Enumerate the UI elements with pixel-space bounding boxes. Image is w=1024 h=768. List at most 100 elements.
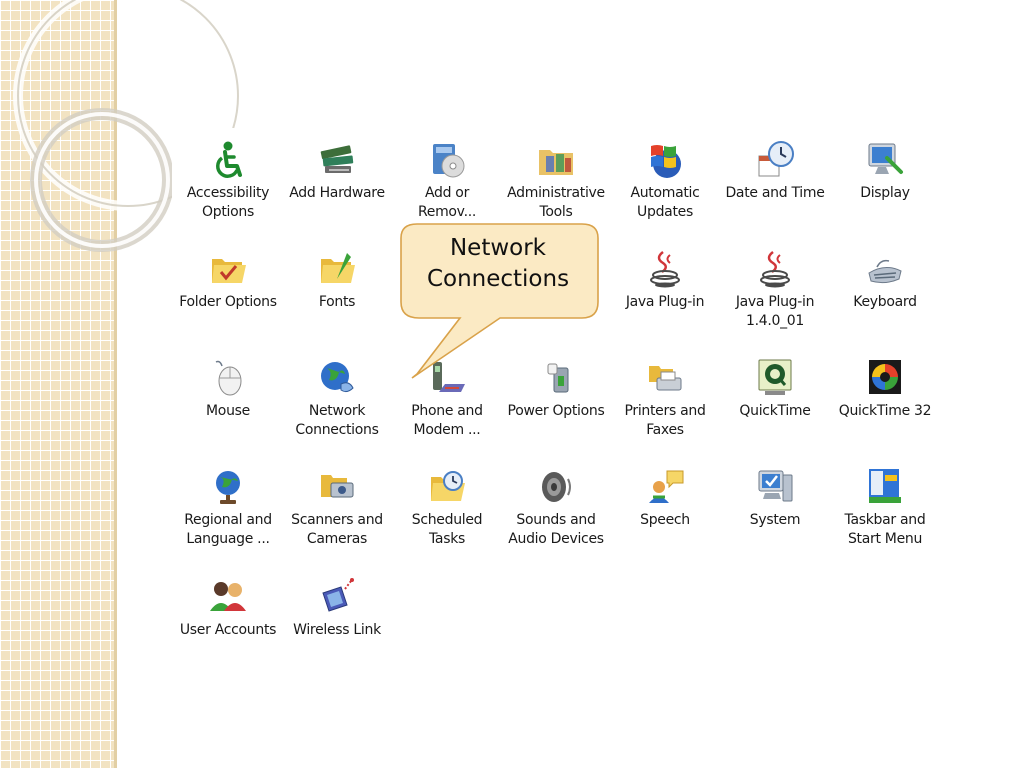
item-label-line2: Cameras [306,531,368,547]
item-label-line2: Controllers [410,294,484,310]
item-folder-options[interactable]: Folder Options [172,249,284,312]
item-label: Mouse [206,403,250,419]
item-label-line2: Start Menu [847,531,923,547]
item-label-line2: Modem ... [413,422,481,438]
quicktime-32-icon [869,360,901,394]
item-label: Date and Time [725,185,825,201]
item-label-line2: Audio Devices [508,531,604,547]
printer-icon [649,366,682,391]
item-label: Wireless Link [293,622,381,638]
item-mouse[interactable]: Mouse [172,358,284,421]
windows-flag-icon [651,145,681,178]
item-scanners-and-cameras[interactable]: Scanners and Cameras [281,467,393,549]
item-label: Automatic [630,185,700,201]
item-label-line2: Remov... [417,204,477,220]
system-icon [758,470,793,502]
item-label-line2: Faxes [646,422,684,438]
administrative-tools-icon [539,150,573,175]
item-power-options[interactable]: Power Options [500,358,612,421]
item-scheduled-tasks[interactable]: Scheduled Tasks [391,467,503,549]
speech-icon [649,470,684,503]
item-label: Scanners and [291,512,383,528]
item-date-and-time[interactable]: Date and Time [719,140,831,203]
item-label: Folder Options [179,294,277,310]
item-label: QuickTime [739,403,811,419]
item-label: Java Plug-in [625,294,705,310]
callout-line-1: Network [449,235,547,261]
item-label: Add or [424,185,470,201]
item-label: Keyboard [853,294,917,310]
add-remove-programs-icon [433,144,465,178]
item-label-line2: 1.4.0_01 [745,313,805,329]
item-accessibility-options[interactable]: Accessibility Options [172,140,284,222]
item-speech[interactable]: Speech [609,467,721,530]
item-system[interactable]: System [719,467,831,530]
item-automatic-updates[interactable]: Automatic Updates [609,140,721,222]
phone-modem-icon [433,362,465,392]
item-label: Display [860,185,910,201]
user-accounts-icon [210,582,246,611]
item-java-plugin-1-4-0-01[interactable]: Java Plug-in 1.4.0_01 [719,249,831,331]
network-connections-icon [321,362,354,393]
globe-icon [216,471,240,504]
item-label: Speech [640,512,690,528]
folder-options-icon [212,259,246,283]
item-label: Power Options [507,403,605,419]
item-label: System [749,512,801,528]
item-user-accounts[interactable]: User Accounts [172,577,284,640]
item-label: Sounds and [516,512,596,528]
item-label-line2: Tasks [428,531,465,547]
decorative-sidebar [0,0,117,768]
date-time-icon [758,141,794,177]
item-label: Fonts [318,294,356,310]
speaker-icon [542,472,571,502]
item-label: Taskbar and [844,512,926,528]
quicktime-icon [758,359,792,395]
java-icon [650,251,680,288]
item-add-hardware[interactable]: Add Hardware [281,140,393,203]
accessibility-icon [216,141,242,178]
item-label: Network [308,403,366,419]
taskbar-icon [869,469,901,503]
item-label: Regional and [184,512,272,528]
item-phone-and-modem[interactable]: Phone and Modem ... [391,358,503,440]
item-label-line2: Options [202,204,254,220]
wireless-link-icon [322,578,354,612]
item-label: Add Hardware [289,185,385,201]
item-label: User Accounts [179,622,277,638]
item-label-line2: Options [530,294,582,310]
item-network-connections[interactable]: Network Connections [281,358,393,440]
item-sounds-and-audio-devices[interactable]: Sounds and Audio Devices [500,467,612,549]
fonts-folder-icon [321,253,355,283]
item-regional-and-language[interactable]: Regional and Language ... [172,467,284,549]
item-label-line2: Tools [539,204,573,220]
item-label: Accessibility [186,185,270,201]
callout-label: Network Connections [402,233,594,295]
item-label: Phone and [411,403,483,419]
display-icon [868,143,903,174]
item-printers-and-faxes[interactable]: Printers and Faxes [609,358,721,440]
item-fonts[interactable]: Fonts [281,249,393,312]
item-taskbar-and-start-menu[interactable]: Taskbar and Start Menu [829,467,941,549]
java-icon [760,251,790,288]
item-label: Administrative [507,185,605,201]
item-administrative-tools[interactable]: Administrative Tools [500,140,612,222]
callout-line-2: Connections [426,266,570,292]
item-keyboard[interactable]: Keyboard [829,249,941,312]
item-wireless-link[interactable]: Wireless Link [281,577,393,640]
item-label: Scheduled [411,512,483,528]
scheduled-tasks-icon [431,471,465,501]
item-label: Java Plug-in [735,294,815,310]
keyboard-icon [868,259,902,284]
item-quicktime[interactable]: QuickTime [719,358,831,421]
item-add-or-remove-programs[interactable]: Add or Remov... [391,140,503,222]
item-java-plugin[interactable]: Java Plug-in [609,249,721,312]
item-display[interactable]: Display [829,140,941,203]
scanner-camera-icon [321,475,354,498]
item-label-line2: Connections [295,422,379,438]
item-label: Printers and [624,403,706,419]
item-quicktime-32[interactable]: QuickTime 32 [829,358,941,421]
item-label-line2: Language ... [186,531,270,547]
mouse-icon [215,360,242,396]
add-hardware-icon [320,145,354,173]
